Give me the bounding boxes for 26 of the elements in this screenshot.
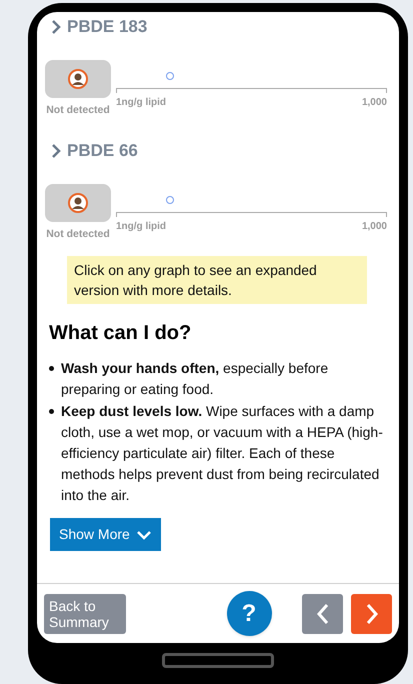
previous-button[interactable]	[302, 594, 343, 634]
chevron-left-icon	[314, 602, 330, 626]
result-heading[interactable]: PBDE 183	[67, 14, 148, 40]
data-point[interactable]	[166, 196, 174, 204]
bullet-icon	[49, 366, 54, 371]
status-label: Not detected	[46, 227, 110, 242]
next-button[interactable]	[351, 594, 392, 634]
section-heading: What can I do?	[49, 321, 192, 346]
show-more-button[interactable]: Show More	[50, 518, 161, 551]
axis-label: 1,000	[362, 96, 387, 110]
bullet-icon	[49, 409, 54, 414]
tip-note: Click on any graph to see an expanded version with more details.	[67, 256, 367, 304]
bullet-text: Wash your hands often, especially before preparing or eating food.	[61, 359, 330, 399]
chevron-right-icon	[51, 144, 61, 158]
chevron-down-icon	[136, 528, 152, 540]
status-label: Not detected	[46, 103, 110, 118]
back-to-summary-button[interactable]: Back to Summary	[44, 594, 126, 634]
axis-label: 1,000	[362, 220, 387, 234]
help-button[interactable]: ?	[226, 591, 272, 636]
axis-label: 1ng/g lipid	[116, 220, 166, 234]
data-point[interactable]	[166, 72, 174, 80]
bullet-text: Keep dust levels low. Wipe surfaces with a damp cloth, use a wet mop, or vacuum with a HEPA (high-efficiency particulate air) filter. Each of these methods helps prevent dust from being recirculated into the air.	[61, 402, 384, 505]
result-heading[interactable]: PBDE 66	[67, 138, 138, 164]
axis-label: 1ng/g lipid	[116, 96, 166, 110]
home-button[interactable]	[162, 653, 274, 668]
chevron-right-icon	[51, 20, 61, 34]
